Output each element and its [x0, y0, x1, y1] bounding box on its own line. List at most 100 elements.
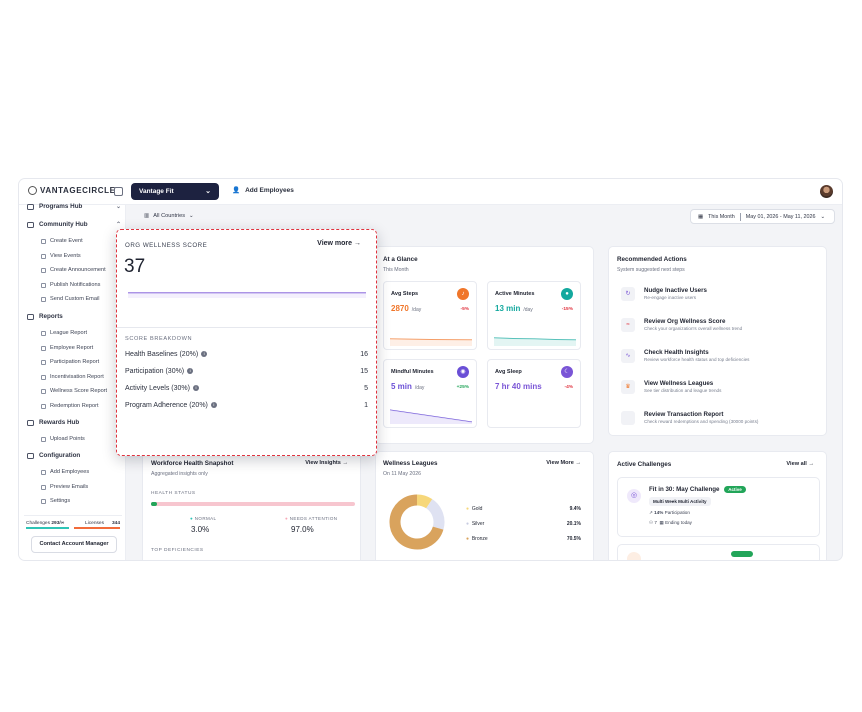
action-subtitle: Re-engage inactive users [644, 295, 697, 300]
challenge-item[interactable]: ◎ Fit in 30: May Challenge Active Multi … [617, 477, 820, 537]
sidebar-item-create-event[interactable]: Create Event [41, 238, 83, 244]
info-icon[interactable]: i [192, 385, 199, 391]
sidebar-item-settings[interactable]: Settings [41, 498, 70, 504]
sidebar-item-label: Add Employees [50, 469, 90, 475]
league-name: ● Bronze [466, 536, 488, 542]
action-title: Review Transaction Report [644, 411, 724, 418]
league-name: ● Silver [466, 521, 484, 527]
action-check-health-insights[interactable]: ∿ Check Health Insights Review workforce … [621, 349, 749, 363]
info-icon[interactable]: i [210, 402, 217, 408]
challenges-bar [26, 527, 69, 529]
sidebar-item-redemption-report[interactable]: Redemption Report [41, 403, 99, 409]
product-select[interactable]: Vantage Fit ⌄ [131, 183, 219, 200]
challenges-value: 293/∞ [51, 521, 65, 526]
sidebar: Programs Hub ⌄ Community Hub ⌃ Create Ev… [19, 203, 126, 560]
card-title: Active Challenges [617, 461, 672, 468]
view-more-link[interactable]: View More → [546, 460, 581, 466]
sidebar-item-label: Employee Report [50, 345, 94, 351]
sidebar-toggle-icon[interactable] [114, 187, 123, 196]
league-row-silver: ● Silver 20.1% [466, 521, 581, 527]
sidebar-item-label: Upload Points [50, 436, 85, 442]
sidebar-item-preview-emails[interactable]: Preview Emails [41, 484, 88, 490]
action-subtitle: Check your organization's overall wellne… [644, 326, 743, 331]
league-row-gold: ● Gold 9.4% [466, 506, 581, 512]
filter-bar: ▥ All Countries ⌄ ▦ This Month May 01, 2… [126, 205, 842, 229]
mindful-minutes-sparkline [390, 409, 472, 424]
metric-mindful-minutes[interactable]: Mindful Minutes ◉ 5 min/day +25% [383, 359, 477, 428]
logo[interactable]: VANTAGECIRCLE [28, 186, 116, 195]
normal-label: NORMAL [194, 516, 217, 521]
sidebar-item-create-announcement[interactable]: Create Announcement [41, 267, 106, 273]
date-range-label: May 01, 2026 - May 11, 2026 [745, 213, 816, 220]
sidebar-group-label: Rewards Hub [39, 419, 80, 426]
licenses-bar [74, 527, 120, 529]
gold-dot-icon: ● [466, 506, 470, 512]
challenges-label: Challenges [26, 521, 51, 526]
sidebar-item-incentivisation-report[interactable]: Incentivisation Report [41, 374, 104, 380]
sidebar-group-rewards-hub[interactable]: Rewards Hub [27, 419, 121, 426]
view-all-link[interactable]: View all → [786, 461, 814, 467]
breakdown-row-health-baselines: Health Baselines (20%) i 16 [125, 351, 368, 358]
top-deficiencies-label: TOP DEFICIENCIES [151, 548, 204, 553]
metric-value: 7 hr 40 mins [495, 382, 542, 391]
league-row-bronze: ● Bronze 70.5% [466, 536, 581, 542]
moon-icon: ☾ [561, 366, 573, 378]
country-filter[interactable]: ▥ All Countries ⌄ [144, 213, 194, 219]
upload-icon [41, 436, 46, 442]
participation-label: Participation [664, 510, 690, 515]
participation-value: 14% [654, 510, 664, 515]
sidebar-item-upload-points[interactable]: Upload Points [41, 436, 85, 442]
breakdown-value: 5 [364, 385, 368, 392]
sidebar-item-send-custom-email[interactable]: Send Custom Email [41, 296, 99, 302]
sidebar-group-reports[interactable]: Reports [27, 313, 121, 320]
challenge-item-partial[interactable] [617, 544, 820, 560]
metric-active-minutes[interactable]: Active Minutes ● 13 min/day -15% [487, 281, 581, 350]
sidebar-item-view-events[interactable]: View Events [41, 253, 81, 259]
metric-label: Avg Steps [391, 291, 419, 297]
info-icon[interactable]: i [187, 368, 194, 374]
normal-legend: ● NORMAL [190, 516, 216, 521]
sidebar-item-league-report[interactable]: League Report [41, 330, 87, 336]
sidebar-group-community-hub[interactable]: Community Hub ⌃ [27, 221, 121, 228]
plus-icon [41, 238, 46, 244]
sidebar-item-employee-report[interactable]: Employee Report [41, 345, 93, 351]
date-filter[interactable]: ▦ This Month May 01, 2026 - May 11, 2026… [690, 209, 835, 224]
sidebar-item-wellness-score-report[interactable]: Wellness Score Report [41, 388, 107, 394]
metric-change: +25% [456, 385, 469, 390]
action-review-transaction-report[interactable]: Review Transaction Report Check reward re… [621, 411, 758, 425]
metric-value: 13 min/day [495, 304, 533, 313]
licenses-value: 344 [111, 521, 120, 526]
card-title: Wellness Leagues [383, 460, 438, 467]
avatar[interactable] [820, 185, 833, 198]
metric-avg-sleep[interactable]: Avg Sleep ☾ 7 hr 40 mins -4% [487, 359, 581, 428]
ending-label: Ending today [665, 520, 692, 525]
action-review-org-wellness-score[interactable]: ≈ Review Org Wellness Score Check your or… [621, 318, 742, 332]
action-nudge-inactive-users[interactable]: ↻ Nudge Inactive Users Re-engage inactive… [621, 287, 707, 301]
participation-stat: ↗ 14% Participation [649, 510, 690, 516]
action-subtitle: Review workforce health status and top d… [644, 357, 750, 362]
bronze-dot-icon: ● [466, 536, 470, 542]
reports-icon [27, 313, 34, 320]
sidebar-item-participation-report[interactable]: Participation Report [41, 359, 99, 365]
view-insights-link[interactable]: View Insights → [305, 460, 348, 466]
metric-avg-steps[interactable]: Avg Steps ♪ 2870/day -5% [383, 281, 477, 350]
contact-account-manager-button[interactable]: Contact Account Manager [31, 536, 117, 553]
league-pct: 70.5% [566, 536, 581, 542]
sidebar-item-add-employees[interactable]: Add Employees [41, 469, 89, 475]
licenses-count: Licenses 344 [85, 521, 120, 526]
country-filter-label: All Countries [153, 213, 186, 219]
view-more-link[interactable]: View more → [317, 240, 361, 247]
sidebar-group-programs-hub[interactable]: Programs Hub ⌄ [27, 203, 121, 210]
league-name: ● Gold [466, 506, 482, 512]
breakdown-row-program-adherence: Program Adherence (20%) i 1 [125, 402, 368, 409]
community-icon [27, 221, 34, 228]
avg-steps-sparkline [390, 338, 472, 346]
sidebar-group-configuration[interactable]: Configuration [27, 452, 121, 459]
action-view-wellness-leagues[interactable]: ♛ View Wellness Leagues See tier distribu… [621, 380, 721, 394]
action-title: View Wellness Leagues [644, 380, 714, 387]
add-employees-button[interactable]: 👤 Add Employees [232, 186, 294, 195]
sidebar-item-publish-notifications[interactable]: Publish Notifications [41, 282, 100, 288]
mail-icon [41, 296, 46, 302]
sidebar-group-label: Programs Hub [39, 203, 83, 210]
info-icon[interactable]: i [201, 351, 208, 357]
